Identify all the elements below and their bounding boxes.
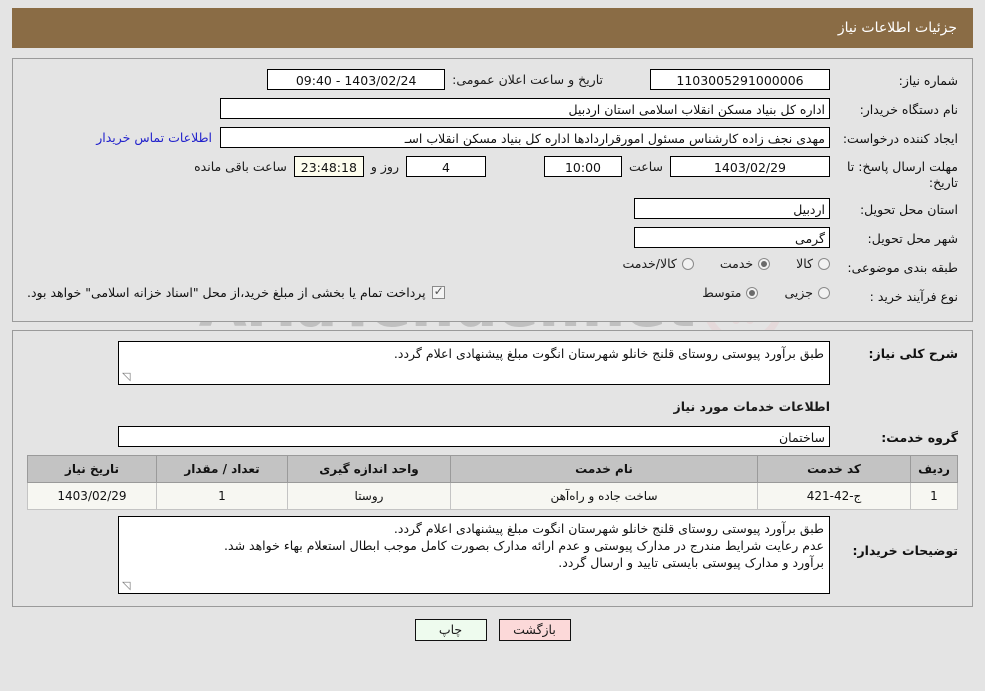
city-value: گرمی	[634, 227, 830, 248]
need-number-value: 1103005291000006	[650, 69, 830, 90]
services-table: ردیف کد خدمت نام خدمت واحد اندازه گیری ت…	[27, 455, 958, 510]
treasury-note-text: پرداخت تمام یا بخشی از مبلغ خرید،از محل …	[27, 285, 426, 300]
radio-circle-icon	[818, 257, 830, 270]
row-buyer-notes: توضیحات خریدار: طبق برآورد پیوستی روستای…	[27, 516, 958, 594]
service-group-label: گروه خدمت:	[881, 430, 958, 445]
cell-row-no: 1	[910, 482, 958, 510]
deadline-label: مهلت ارسال پاسخ: تا تاریخ:	[830, 156, 958, 191]
col-quantity: تعداد / مقدار	[156, 455, 288, 483]
category-radio-kala[interactable]: کالا	[796, 256, 830, 271]
buyer-notes-line-3: برآورد و مدارک پیوستی بایستی تایید و ارس…	[558, 555, 824, 570]
deadline-time: 10:00	[543, 156, 622, 177]
table-row: 1 ج-42-421 ساخت جاده و راه‌آهن روستا 1 1…	[27, 482, 958, 510]
process-label: نوع فرآیند خرید :	[869, 289, 958, 304]
city-label: شهر محل تحویل:	[867, 231, 958, 246]
need-number-label: شماره نیاز:	[898, 73, 958, 88]
province-value: اردبیل	[634, 198, 830, 219]
col-row-no: ردیف	[910, 455, 958, 483]
radio-circle-icon	[681, 257, 694, 270]
row-process: نوع فرآیند خرید : جزیی متوسط پرداخت تمام…	[27, 284, 958, 307]
need-info-panel: شماره نیاز: 1103005291000006 تاریخ و ساع…	[12, 58, 973, 322]
process-radio-motevaset[interactable]: متوسط	[702, 285, 759, 300]
deadline-label-line1: مهلت ارسال پاسخ: تا	[847, 159, 958, 174]
row-category: طبقه بندی موضوعی: کالا خدمت کالا/خدمت	[27, 256, 958, 278]
cell-service-name: ساخت جاده و راه‌آهن	[450, 482, 758, 510]
category-radio-khedmat-label: خدمت	[719, 256, 754, 271]
buyer-notes-label: توضیحات خریدار:	[852, 543, 958, 558]
radio-circle-selected-icon	[758, 257, 771, 270]
process-radio-group: جزیی متوسط	[676, 285, 830, 300]
cell-quantity: 1	[156, 482, 288, 510]
col-unit: واحد اندازه گیری	[287, 455, 451, 483]
process-radio-jozei-label: جزیی	[784, 285, 813, 300]
service-group-value: ساختمان	[118, 426, 830, 447]
cell-need-date: 1403/02/29	[27, 482, 157, 510]
category-radio-kala-label: کالا	[796, 256, 813, 271]
buyer-org-value: اداره کل بنیاد مسکن انقلاب اسلامی استان …	[220, 98, 830, 119]
category-radio-khedmat[interactable]: خدمت	[719, 256, 771, 271]
row-service-group: گروه خدمت: ساختمان	[27, 426, 958, 448]
description-textarea[interactable]: طبق برآورد پیوستی روستای قلنج خانلو شهرس…	[118, 341, 830, 385]
page-root: جزئیات اطلاعات نیاز شماره نیاز: 11030052…	[0, 0, 985, 641]
creator-label: ایجاد کننده درخواست:	[842, 131, 958, 146]
category-label: طبقه بندی موضوعی:	[847, 260, 958, 275]
announce-label: تاریخ و ساعت اعلان عمومی:	[452, 72, 603, 87]
buyer-contact-link[interactable]: اطلاعات تماس خریدار	[96, 130, 220, 145]
description-services-panel: شرح کلی نیاز: طبق برآورد پیوستی روستای ق…	[12, 330, 973, 607]
category-radio-kala-khedmat[interactable]: کالا/خدمت	[622, 256, 694, 271]
row-city: شهر محل تحویل: گرمی	[27, 227, 958, 249]
buyer-notes-line-1: طبق برآورد پیوستی روستای قلنج خانلو شهرس…	[393, 521, 824, 536]
col-service-name: نام خدمت	[450, 455, 758, 483]
description-label: شرح کلی نیاز:	[868, 346, 958, 361]
resize-grip-icon[interactable]: ◸	[122, 579, 132, 592]
table-header-row: ردیف کد خدمت نام خدمت واحد اندازه گیری ت…	[27, 455, 958, 483]
creator-value: مهدی نجف زاده کارشناس مسئول امورقرارداده…	[220, 127, 830, 148]
announce-value: 1403/02/24 - 09:40	[267, 69, 446, 90]
province-label: استان محل تحویل:	[859, 202, 958, 217]
radio-circle-selected-icon	[746, 286, 759, 299]
category-radio-group: کالا خدمت کالا/خدمت	[596, 256, 830, 271]
col-service-code: کد خدمت	[757, 455, 911, 483]
deadline-date: 1403/02/29	[670, 156, 830, 177]
row-description: شرح کلی نیاز: طبق برآورد پیوستی روستای ق…	[27, 341, 958, 385]
deadline-label-line2: تاریخ:	[928, 175, 958, 190]
cell-service-code: ج-42-421	[757, 482, 911, 510]
radio-circle-icon	[818, 286, 830, 299]
remaining-days: 4	[405, 156, 486, 177]
print-button[interactable]: چاپ	[414, 619, 487, 641]
description-text: طبق برآورد پیوستی روستای قلنج خانلو شهرس…	[393, 346, 824, 361]
row-province: استان محل تحویل: اردبیل	[27, 198, 958, 220]
cell-unit: روستا	[287, 482, 451, 510]
row-deadline: مهلت ارسال پاسخ: تا تاریخ: 1403/02/29 سا…	[27, 156, 958, 191]
buyer-org-label: نام دستگاه خریدار:	[859, 102, 958, 117]
page-title: جزئیات اطلاعات نیاز	[12, 8, 973, 48]
treasury-note-group: پرداخت تمام یا بخشی از مبلغ خرید،از محل …	[27, 284, 445, 300]
remaining-clock: 23:48:18	[293, 156, 364, 177]
remaining-suffix: ساعت باقی مانده	[194, 159, 287, 174]
back-button[interactable]: بازگشت	[498, 619, 571, 641]
action-buttons: بازگشت چاپ	[12, 619, 973, 641]
process-radio-jozei[interactable]: جزیی	[784, 285, 830, 300]
deadline-time-label: ساعت	[628, 159, 663, 174]
buyer-notes-line-2: عدم رعایت شرایط مندرج در مدارک پیوستی و …	[224, 538, 824, 553]
row-need-number: شماره نیاز: 1103005291000006 تاریخ و ساع…	[27, 69, 958, 91]
remaining-days-label: روز و	[370, 159, 399, 174]
row-creator: ایجاد کننده درخواست: مهدی نجف زاده کارشن…	[27, 127, 958, 149]
row-buyer-org: نام دستگاه خریدار: اداره کل بنیاد مسکن ا…	[27, 98, 958, 120]
col-need-date: تاریخ نیاز	[27, 455, 157, 483]
resize-grip-icon[interactable]: ◸	[122, 370, 132, 383]
buyer-notes-textarea[interactable]: طبق برآورد پیوستی روستای قلنج خانلو شهرس…	[118, 516, 830, 594]
category-radio-kala-khedmat-label: کالا/خدمت	[622, 256, 677, 271]
treasury-checkbox[interactable]	[431, 284, 445, 299]
services-section-title: اطلاعات خدمات مورد نیاز	[673, 399, 831, 414]
process-radio-motevaset-label: متوسط	[702, 285, 742, 300]
